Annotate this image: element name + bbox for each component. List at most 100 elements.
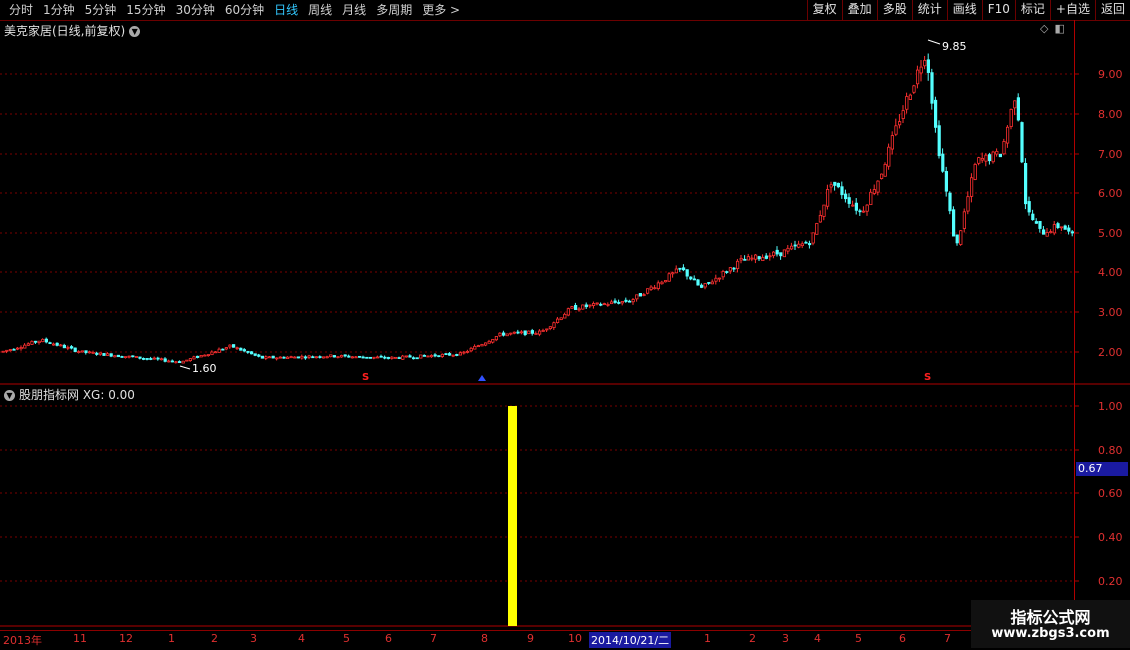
candle-body <box>833 181 837 186</box>
candle-body <box>393 356 398 359</box>
candle-body <box>660 281 664 285</box>
candle-body <box>267 356 272 359</box>
candle-body <box>365 356 369 359</box>
candle-body <box>289 356 293 359</box>
chevron-down-icon[interactable]: ▼ <box>4 390 15 401</box>
candle-body <box>271 355 275 359</box>
candle-body <box>134 356 138 358</box>
candle-body <box>883 163 887 177</box>
candle-body <box>865 204 869 212</box>
candle-body <box>714 277 718 282</box>
candle-body <box>383 356 387 359</box>
candle-body <box>138 356 142 359</box>
sell-signal-2: S <box>924 372 931 383</box>
date-label: 8 <box>481 632 488 645</box>
candle-body <box>1070 231 1074 234</box>
candle-body <box>462 351 466 354</box>
candle-body <box>203 354 207 357</box>
sell-signal-1: S <box>362 372 369 383</box>
candle-body <box>242 349 246 352</box>
candle-body <box>804 241 808 244</box>
candle-body <box>386 357 391 359</box>
candle-body <box>851 204 855 207</box>
candle-body <box>959 230 963 245</box>
signal-sell-1: S <box>362 372 369 383</box>
price-tick: 9.00 <box>1098 68 1123 81</box>
candle-body <box>48 342 52 345</box>
candle-body <box>145 358 149 360</box>
candle-body <box>163 358 167 362</box>
date-label: 4 <box>814 632 821 645</box>
candle-body <box>779 252 783 257</box>
diamond-icon[interactable]: ◇ <box>1040 22 1048 35</box>
candle-body <box>314 356 319 359</box>
candle-body <box>545 328 549 331</box>
candle-body <box>559 317 563 320</box>
candle-body <box>901 110 905 119</box>
candle-body <box>73 347 77 352</box>
date-label: 5 <box>343 632 350 645</box>
date-label: 7 <box>944 632 951 645</box>
candle-body <box>728 267 733 272</box>
date-label: 1 <box>168 632 175 645</box>
candle-body <box>293 356 297 359</box>
candle-body <box>685 269 689 277</box>
candle-body <box>368 356 373 359</box>
candle-body <box>577 308 581 311</box>
candle-body <box>404 355 409 358</box>
signal-sell-2: S <box>924 372 931 383</box>
price-axis: 9.00 8.00 7.00 6.00 5.00 4.00 3.00 2.00 <box>1098 68 1123 359</box>
candle-body <box>62 344 67 349</box>
candle-body <box>890 135 895 150</box>
price-tick: 4.00 <box>1098 266 1123 279</box>
panel-toggle-icon[interactable]: ◧ <box>1054 22 1064 35</box>
candle-body <box>588 304 592 307</box>
candle-body <box>437 355 441 358</box>
candle-body <box>872 189 877 194</box>
candle-body <box>113 355 117 358</box>
candle-body <box>275 357 279 360</box>
candle-body <box>1042 229 1046 235</box>
date-label: 1 <box>704 632 711 645</box>
candle-body <box>95 352 99 355</box>
candle-body <box>520 331 524 334</box>
signal-buy <box>478 375 486 381</box>
candle-body <box>754 254 758 260</box>
candle-body <box>775 249 779 255</box>
candle-body <box>649 286 653 290</box>
candle-body <box>260 355 265 359</box>
candle-body <box>772 251 776 257</box>
chevron-down-icon[interactable]: ▼ <box>129 26 141 37</box>
candle-body <box>955 234 959 244</box>
candle-body <box>124 356 128 359</box>
candle-body <box>185 359 189 362</box>
candle-body <box>664 280 668 283</box>
indicator-current-value: 0.67 <box>1076 462 1128 476</box>
candle-body <box>440 353 445 357</box>
candle-body <box>768 255 772 258</box>
candle-body <box>455 353 459 356</box>
candle-body <box>894 125 898 135</box>
candle-body <box>739 257 743 261</box>
indicator-signal-bar <box>508 406 517 626</box>
candle-body <box>941 153 945 172</box>
candle-body <box>354 356 358 359</box>
candle-body <box>858 210 862 213</box>
low-label: 1.60 <box>192 362 217 375</box>
candle-body <box>131 355 135 358</box>
date-axis: 2013年 11 12 1 2 3 4 5 6 7 8 9 10 2014/10… <box>0 630 1130 649</box>
candle-body <box>581 304 585 310</box>
candle-body <box>667 273 671 282</box>
candle-body <box>815 223 819 235</box>
chart-corner-icons: ◇ ◧ <box>1040 22 1065 35</box>
candle-body <box>465 350 470 353</box>
candle-body <box>923 60 927 67</box>
candle-body <box>491 339 495 343</box>
date-label: 10 <box>568 632 582 645</box>
candle-body <box>509 332 513 335</box>
candle-body <box>1031 213 1035 221</box>
candle-body <box>1027 201 1031 213</box>
kline-chart[interactable]: 9.85 1.60 S S 9.00 8.00 7.00 6.00 5.00 4… <box>0 0 1130 650</box>
candle-body <box>422 354 427 357</box>
candle-body <box>836 182 841 188</box>
